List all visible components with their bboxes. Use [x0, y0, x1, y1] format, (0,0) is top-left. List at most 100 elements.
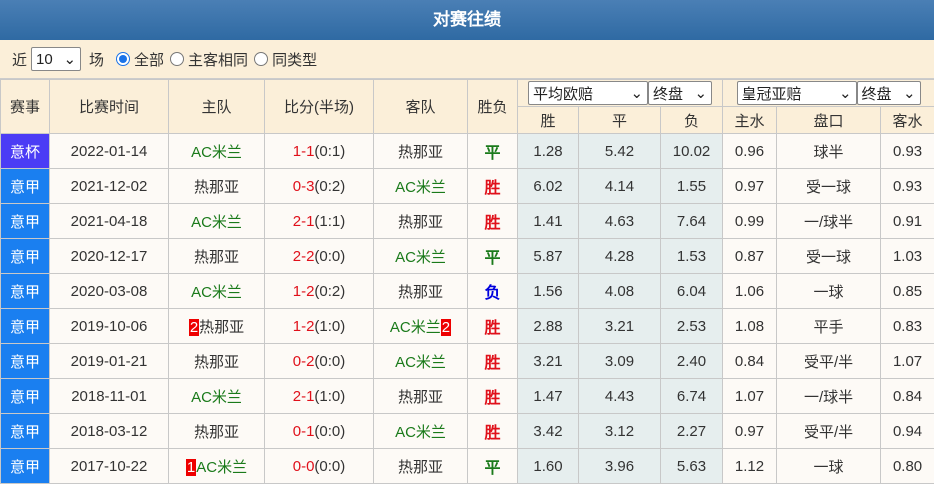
- euro-win-odds: 1.56: [517, 273, 579, 309]
- radio-same-home-away-label[interactable]: 主客相同: [188, 49, 248, 70]
- score-cell[interactable]: 0-1(0:0): [264, 413, 374, 449]
- away-team-cell[interactable]: 热那亚: [373, 378, 468, 414]
- away-team-cell[interactable]: AC米兰2: [373, 308, 468, 344]
- table-row[interactable]: 意甲 2017-10-22 1AC米兰 0-0(0:0) 热那亚 平 1.60 …: [0, 448, 934, 484]
- table-row[interactable]: 意甲 2021-12-02 热那亚 0-3(0:2) AC米兰 胜 6.02 4…: [0, 168, 934, 204]
- score-cell[interactable]: 1-2(0:2): [264, 273, 374, 309]
- table-row[interactable]: 意甲 2020-12-17 热那亚 2-2(0:0) AC米兰 平 5.87 4…: [0, 238, 934, 274]
- asia-odds-header: 皇冠亚赔 ⌄ 终盘 ⌄: [722, 79, 934, 107]
- home-water: 0.97: [722, 168, 778, 204]
- home-team-cell[interactable]: 1AC米兰: [168, 448, 265, 484]
- red-card-badge: 1: [185, 458, 197, 476]
- full-score: 1-2: [292, 317, 315, 335]
- section-title: 对赛往绩: [0, 0, 934, 40]
- score-cell[interactable]: 2-1(1:0): [264, 378, 374, 414]
- score-cell[interactable]: 0-3(0:2): [264, 168, 374, 204]
- match-count-select[interactable]: 10 ⌄: [31, 47, 82, 71]
- league-cell[interactable]: 意甲: [0, 308, 50, 344]
- euro-draw-odds: 3.21: [578, 308, 661, 344]
- chevron-down-icon: ⌄: [838, 85, 852, 102]
- league-cell[interactable]: 意甲: [0, 273, 50, 309]
- radio-same-type[interactable]: [254, 52, 269, 66]
- away-team-cell[interactable]: 热那亚: [373, 273, 468, 309]
- away-team-cell[interactable]: AC米兰: [373, 343, 468, 379]
- date-cell: 2019-10-06: [49, 308, 169, 344]
- away-water: 0.80: [880, 448, 934, 484]
- result-cell: 胜: [467, 378, 518, 414]
- league-cell[interactable]: 意甲: [0, 343, 50, 379]
- full-score: 0-0: [292, 457, 315, 475]
- asia-company-select[interactable]: 皇冠亚赔 ⌄: [736, 81, 857, 105]
- header-away-water: 客水: [880, 106, 934, 134]
- asia-stage-select[interactable]: 终盘 ⌄: [856, 81, 921, 105]
- header-time: 比赛时间: [49, 79, 169, 134]
- full-score: 1-1: [292, 142, 315, 160]
- league-cell[interactable]: 意甲: [0, 238, 50, 274]
- table-row[interactable]: 意甲 2020-03-08 AC米兰 1-2(0:2) 热那亚 负 1.56 4…: [0, 273, 934, 309]
- radio-all[interactable]: [116, 52, 131, 66]
- league-cell[interactable]: 意甲: [0, 203, 50, 239]
- result-cell: 平: [467, 448, 518, 484]
- home-team-cell[interactable]: 2热那亚: [168, 308, 265, 344]
- euro-loss-odds: 1.55: [659, 168, 724, 204]
- league-cell[interactable]: 意甲: [0, 378, 50, 414]
- away-team-cell[interactable]: 热那亚: [373, 203, 468, 239]
- full-score: 0-3: [292, 177, 315, 195]
- home-team-cell[interactable]: 热那亚: [168, 343, 265, 379]
- league-cell[interactable]: 意甲: [0, 448, 50, 484]
- date-cell: 2020-03-08: [49, 273, 169, 309]
- home-team-cell[interactable]: AC米兰: [168, 378, 265, 414]
- league-cell[interactable]: 意杯: [0, 133, 50, 169]
- table-row[interactable]: 意甲 2021-04-18 AC米兰 2-1(1:1) 热那亚 胜 1.41 4…: [0, 203, 934, 239]
- table-row[interactable]: 意杯 2022-01-14 AC米兰 1-1(0:1) 热那亚 平 1.28 5…: [0, 133, 934, 169]
- home-team-name: 热那亚: [199, 318, 245, 336]
- home-water: 1.07: [722, 378, 778, 414]
- euro-win-odds: 6.02: [517, 168, 579, 204]
- euro-stage-select[interactable]: 终盘 ⌄: [648, 81, 713, 105]
- away-team-cell[interactable]: 热那亚: [373, 448, 468, 484]
- header-score: 比分(半场): [264, 79, 374, 134]
- away-water: 0.84: [880, 378, 934, 414]
- euro-loss-odds: 1.53: [659, 238, 724, 274]
- result-cell: 胜: [467, 168, 518, 204]
- score-cell[interactable]: 0-2(0:0): [264, 343, 374, 379]
- date-cell: 2021-04-18: [49, 203, 169, 239]
- table-row[interactable]: 意甲 2019-10-06 2热那亚 1-2(1:0) AC米兰2 胜 2.88…: [0, 308, 934, 344]
- away-team-cell[interactable]: AC米兰: [373, 238, 468, 274]
- home-team-cell[interactable]: 热那亚: [168, 168, 265, 204]
- score-cell[interactable]: 1-2(1:0): [264, 308, 374, 344]
- red-card-badge: 2: [188, 318, 200, 336]
- euro-company-value: 平均欧赔: [533, 85, 594, 103]
- header-home-water: 主水: [722, 106, 778, 134]
- half-score: (0:0): [314, 247, 346, 265]
- half-score: (1:0): [314, 387, 346, 405]
- away-team-cell[interactable]: AC米兰: [373, 413, 468, 449]
- score-cell[interactable]: 2-1(1:1): [264, 203, 374, 239]
- away-team-cell[interactable]: 热那亚: [373, 133, 468, 169]
- away-water: 0.83: [880, 308, 934, 344]
- score-cell[interactable]: 1-1(0:1): [264, 133, 374, 169]
- radio-all-label[interactable]: 全部: [134, 49, 164, 70]
- table-row[interactable]: 意甲 2019-01-21 热那亚 0-2(0:0) AC米兰 胜 3.21 3…: [0, 343, 934, 379]
- home-team-cell[interactable]: AC米兰: [168, 203, 265, 239]
- radio-same-home-away[interactable]: [170, 52, 185, 66]
- table-row[interactable]: 意甲 2018-03-12 热那亚 0-1(0:0) AC米兰 胜 3.42 3…: [0, 413, 934, 449]
- full-score: 2-2: [292, 247, 315, 265]
- table-row[interactable]: 意甲 2018-11-01 AC米兰 2-1(1:0) 热那亚 胜 1.47 4…: [0, 378, 934, 414]
- score-cell[interactable]: 0-0(0:0): [264, 448, 374, 484]
- home-team-cell[interactable]: AC米兰: [168, 273, 265, 309]
- away-water: 0.91: [880, 203, 934, 239]
- euro-company-select[interactable]: 平均欧赔 ⌄: [528, 81, 649, 105]
- home-team-cell[interactable]: AC米兰: [168, 133, 265, 169]
- header-away: 客队: [373, 79, 468, 134]
- score-cell[interactable]: 2-2(0:0): [264, 238, 374, 274]
- league-cell[interactable]: 意甲: [0, 413, 50, 449]
- league-cell[interactable]: 意甲: [0, 168, 50, 204]
- chevron-down-icon: ⌄: [694, 85, 708, 102]
- home-team-cell[interactable]: 热那亚: [168, 413, 265, 449]
- home-team-name: 热那亚: [193, 178, 239, 196]
- away-team-cell[interactable]: AC米兰: [373, 168, 468, 204]
- radio-same-type-label[interactable]: 同类型: [272, 49, 317, 70]
- date-cell: 2022-01-14: [49, 133, 169, 169]
- home-team-cell[interactable]: 热那亚: [168, 238, 265, 274]
